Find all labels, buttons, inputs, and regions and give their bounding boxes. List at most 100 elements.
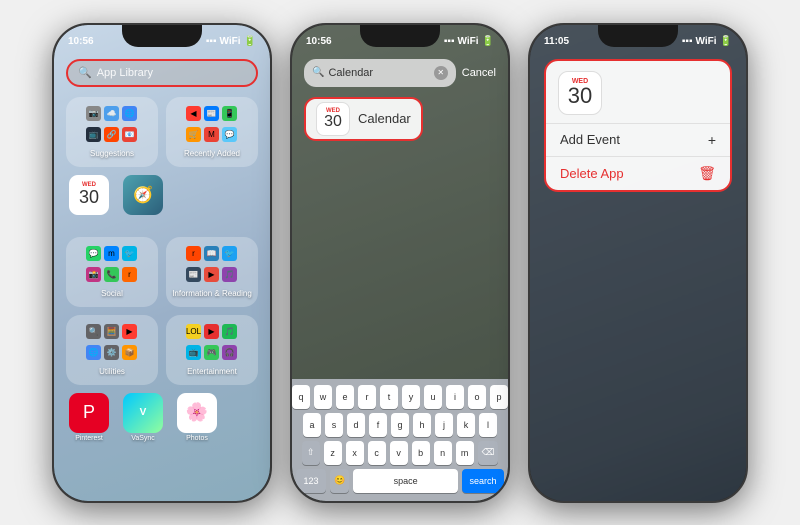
mini-icon: 💬 xyxy=(86,246,101,261)
key-k[interactable]: k xyxy=(457,413,475,437)
calendar-app[interactable]: WED 30 xyxy=(66,175,112,231)
key-y[interactable]: y xyxy=(402,385,420,409)
key-l[interactable]: l xyxy=(479,413,497,437)
key-emoji[interactable]: 😊 xyxy=(330,469,349,493)
key-g[interactable]: g xyxy=(391,413,409,437)
signal-icon-3: ▪▪▪ xyxy=(682,36,693,47)
search-icon-1: 🔍 xyxy=(78,66,92,79)
key-a[interactable]: a xyxy=(303,413,321,437)
key-space[interactable]: space xyxy=(353,469,458,493)
key-w[interactable]: w xyxy=(314,385,332,409)
suggestions-label: Suggestions xyxy=(90,149,134,158)
kb-row-1: q w e r t y u i o p xyxy=(296,385,504,409)
social-label: Social xyxy=(101,289,123,298)
key-c[interactable]: c xyxy=(368,441,386,465)
key-t[interactable]: t xyxy=(380,385,398,409)
phone1-screen: 10:56 ▪▪▪ WiFi 🔋 🔍 App Library 📷 ☁️ � xyxy=(54,25,270,501)
recently-added-folder[interactable]: ◀ 📰 📱 🛒 M 💬 Recently Added xyxy=(166,97,258,167)
key-i[interactable]: i xyxy=(446,385,464,409)
key-e[interactable]: e xyxy=(336,385,354,409)
wifi-icon-2: WiFi xyxy=(458,36,479,47)
search-text: Calendar xyxy=(328,67,373,79)
maps-icon: 🧭 xyxy=(123,175,163,215)
key-v[interactable]: v xyxy=(390,441,408,465)
vasync-label: VaSync xyxy=(131,435,155,442)
mini-icon: M xyxy=(204,127,219,142)
suggestions-folder[interactable]: 📷 ☁️ 🌐 📺 🔗 📧 Suggestions xyxy=(66,97,158,167)
delete-app-item[interactable]: Delete App 🗑 xyxy=(546,157,730,190)
info-grid: r 📖 🐦 📰 ▶ 🎵 xyxy=(186,246,238,286)
entertainment-label: Entertainment xyxy=(187,367,237,376)
kb-row-2: a s d f g h j k l xyxy=(296,413,504,437)
calendar-search-result[interactable]: WED 30 Calendar xyxy=(304,97,423,141)
photos-app[interactable]: 🌸 Photos xyxy=(174,393,220,449)
info-folder[interactable]: r 📖 🐦 📰 ▶ 🎵 Information & Reading xyxy=(166,237,258,307)
key-q[interactable]: q xyxy=(292,385,310,409)
vasync-app[interactable]: V VaSync xyxy=(120,393,166,449)
mini-icon: ⚙️ xyxy=(104,345,119,360)
key-u[interactable]: u xyxy=(424,385,442,409)
mini-icon: 📱 xyxy=(222,106,237,121)
folder-grid: 📷 ☁️ 🌐 📺 🔗 📧 xyxy=(86,106,138,146)
time-2: 10:56 xyxy=(306,36,332,47)
key-j[interactable]: j xyxy=(435,413,453,437)
ent-grid: LOL ▶ 🎵 📺 🎮 🎧 xyxy=(186,324,238,364)
mini-icon: r xyxy=(122,267,137,282)
key-z[interactable]: z xyxy=(324,441,342,465)
social-grid: 💬 m 🐦 📸 📞 r xyxy=(86,246,138,286)
cal-day-num: 30 xyxy=(324,114,342,130)
time-3: 11:05 xyxy=(544,36,569,47)
key-shift[interactable]: ⇧ xyxy=(302,441,320,465)
key-123[interactable]: 123 xyxy=(296,469,326,493)
signal-icon: ▪▪▪ xyxy=(206,36,217,47)
battery-icon-3: 🔋 xyxy=(720,36,732,47)
cancel-button[interactable]: Cancel xyxy=(462,67,496,79)
mini-icon: 🎮 xyxy=(204,345,219,360)
add-event-item[interactable]: Add Event + xyxy=(546,124,730,157)
battery-icon: 🔋 xyxy=(244,36,256,47)
cal-large-day: 30 xyxy=(568,85,592,107)
key-x[interactable]: x xyxy=(346,441,364,465)
key-d[interactable]: d xyxy=(347,413,365,437)
photos-icon: 🌸 xyxy=(177,393,217,433)
pinterest-app[interactable]: P Pinterest xyxy=(66,393,112,449)
app-grid: 📷 ☁️ 🌐 📺 🔗 📧 Suggestions ◀ 📰 📱 🛒 xyxy=(66,97,258,457)
wifi-icon: WiFi xyxy=(220,36,241,47)
folder-row-2: 💬 m 🐦 📸 📞 r Social r 📖 🐦 📰 xyxy=(66,237,258,307)
mini-icon: 📺 xyxy=(86,127,101,142)
key-delete[interactable]: ⌫ xyxy=(478,441,499,465)
clear-search-button[interactable]: ✕ xyxy=(434,66,448,80)
search-bar-container-1[interactable]: 🔍 App Library xyxy=(66,59,258,87)
mini-icon: LOL xyxy=(186,324,201,339)
mini-icon: 🎵 xyxy=(222,267,237,282)
time-1: 10:56 xyxy=(68,36,94,47)
mini-icon: 🧮 xyxy=(104,324,119,339)
mini-icon: 🛒 xyxy=(186,127,201,142)
mini-icon: ◀ xyxy=(186,106,201,121)
kb-row-3: ⇧ z x c v b n m ⌫ xyxy=(296,441,504,465)
social-folder[interactable]: 💬 m 🐦 📸 📞 r Social xyxy=(66,237,158,307)
search-field-2[interactable]: 🔍 Calendar ✕ xyxy=(304,59,456,87)
key-b[interactable]: b xyxy=(412,441,430,465)
add-event-icon: + xyxy=(708,132,716,148)
maps-app[interactable]: 🧭 xyxy=(120,175,166,231)
mini-icon: 🌐 xyxy=(122,106,137,121)
key-s[interactable]: s xyxy=(325,413,343,437)
key-f[interactable]: f xyxy=(369,413,387,437)
key-n[interactable]: n xyxy=(434,441,452,465)
mini-icon: 📞 xyxy=(104,267,119,282)
app-library-search-bar[interactable]: 🔍 App Library xyxy=(66,59,258,87)
pinterest-label: Pinterest xyxy=(75,435,103,442)
key-r[interactable]: r xyxy=(358,385,376,409)
key-p[interactable]: p xyxy=(490,385,508,409)
key-search[interactable]: search xyxy=(462,469,504,493)
mini-icon: 🌐 xyxy=(86,345,101,360)
key-h[interactable]: h xyxy=(413,413,431,437)
key-o[interactable]: o xyxy=(468,385,486,409)
utilities-folder[interactable]: 🔍 🧮 ▶ 🌐 ⚙️ 📦 Utilities xyxy=(66,315,158,385)
mini-icon: 📸 xyxy=(86,267,101,282)
mini-icon: 📧 xyxy=(122,127,137,142)
key-m[interactable]: m xyxy=(456,441,474,465)
notch-2 xyxy=(360,25,440,47)
entertainment-folder[interactable]: LOL ▶ 🎵 📺 🎮 🎧 Entertainment xyxy=(166,315,258,385)
